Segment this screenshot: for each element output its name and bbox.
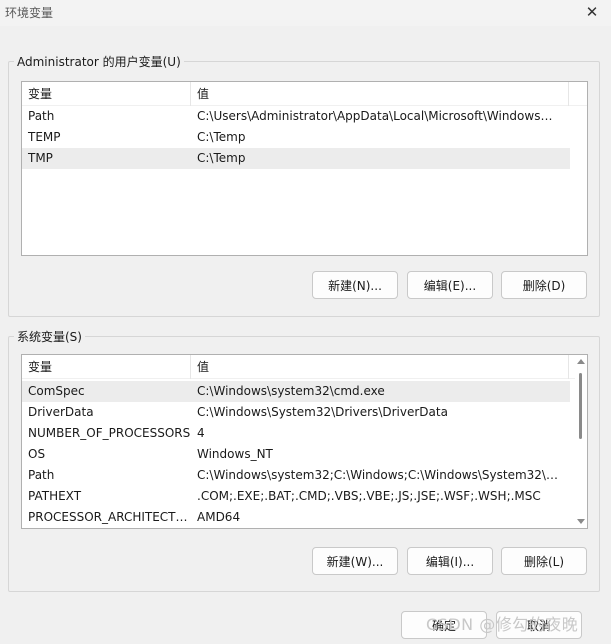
user-variables-list[interactable]: 变量 值 Path C:\Users\Administrator\AppData…	[21, 81, 588, 256]
table-row-selected[interactable]: ComSpec C:\Windows\system32\cmd.exe	[22, 381, 570, 402]
system-variables-list[interactable]: 变量 值 ComSpec C:\Windows\system32\cmd.exe…	[21, 354, 588, 529]
scroll-up-arrow-icon[interactable]	[577, 359, 585, 364]
user-delete-button[interactable]: 删除(D)	[501, 271, 587, 299]
variable-value: C:\Windows\system32;C:\Windows;C:\Window…	[197, 468, 559, 482]
table-row[interactable]: NUMBER_OF_PROCESSORS 4	[22, 423, 570, 444]
variable-name: OS	[28, 447, 46, 461]
scroll-down-arrow-icon[interactable]	[577, 519, 585, 524]
variable-value: C:\Temp	[197, 151, 246, 165]
variable-value: C:\Temp	[197, 130, 246, 144]
variable-name: PROCESSOR_ARCHITECTURE	[28, 510, 191, 524]
variable-value: 4	[197, 426, 205, 440]
table-row[interactable]: PROCESSOR_ARCHITECTURE AMD64	[22, 507, 570, 528]
table-row-selected[interactable]: TMP C:\Temp	[22, 148, 570, 169]
variable-value: AMD64	[197, 510, 241, 524]
user-new-button[interactable]: 新建(N)...	[312, 271, 398, 299]
table-row[interactable]: DriverData C:\Windows\System32\Drivers\D…	[22, 402, 570, 423]
user-variables-legend: Administrator 的用户变量(U)	[14, 53, 184, 70]
variable-value: Windows_NT	[197, 447, 273, 461]
variable-name: TEMP	[28, 130, 61, 144]
variable-name: TMP	[28, 151, 53, 165]
column-header-variable[interactable]: 变量	[22, 355, 191, 379]
variable-name: PATHEXT	[28, 489, 82, 503]
variable-name: Path	[28, 109, 55, 123]
vertical-scrollbar[interactable]	[575, 355, 587, 528]
system-delete-button[interactable]: 删除(L)	[501, 547, 587, 575]
scroll-thumb[interactable]	[579, 373, 582, 439]
user-variables-header: 变量 值	[22, 82, 587, 106]
window-title: 环境变量	[5, 6, 54, 20]
system-variables-legend: 系统变量(S)	[14, 328, 85, 345]
variable-value: C:\Windows\System32\Drivers\DriverData	[197, 405, 448, 419]
variable-value: .COM;.EXE;.BAT;.CMD;.VBS;.VBE;.JS;.JSE;.…	[197, 489, 541, 503]
system-edit-button[interactable]: 编辑(I)...	[407, 547, 493, 575]
watermark: CSDN @修勾的夜晚	[426, 615, 579, 634]
table-row[interactable]: OS Windows_NT	[22, 444, 570, 465]
title-bar: 环境变量 ✕	[0, 0, 611, 26]
user-edit-button[interactable]: 编辑(E)...	[407, 271, 493, 299]
column-header-value[interactable]: 值	[191, 355, 569, 379]
variable-name: NUMBER_OF_PROCESSORS	[28, 426, 191, 440]
column-header-variable[interactable]: 变量	[22, 82, 191, 106]
variable-value: C:\Windows\system32\cmd.exe	[197, 384, 385, 398]
variable-name: DriverData	[28, 405, 94, 419]
variable-value: C:\Users\Administrator\AppData\Local\Mic…	[197, 109, 559, 123]
table-row[interactable]: Path C:\Users\Administrator\AppData\Loca…	[22, 106, 570, 127]
system-variables-header: 变量 值	[22, 355, 587, 379]
table-row[interactable]: Path C:\Windows\system32;C:\Windows;C:\W…	[22, 465, 570, 486]
close-icon[interactable]: ✕	[579, 1, 605, 23]
column-header-value[interactable]: 值	[191, 82, 569, 106]
table-row[interactable]: PATHEXT .COM;.EXE;.BAT;.CMD;.VBS;.VBE;.J…	[22, 486, 570, 507]
system-new-button[interactable]: 新建(W)...	[312, 547, 398, 575]
variable-name: ComSpec	[28, 384, 85, 398]
table-row[interactable]: TEMP C:\Temp	[22, 127, 570, 148]
variable-name: Path	[28, 468, 55, 482]
